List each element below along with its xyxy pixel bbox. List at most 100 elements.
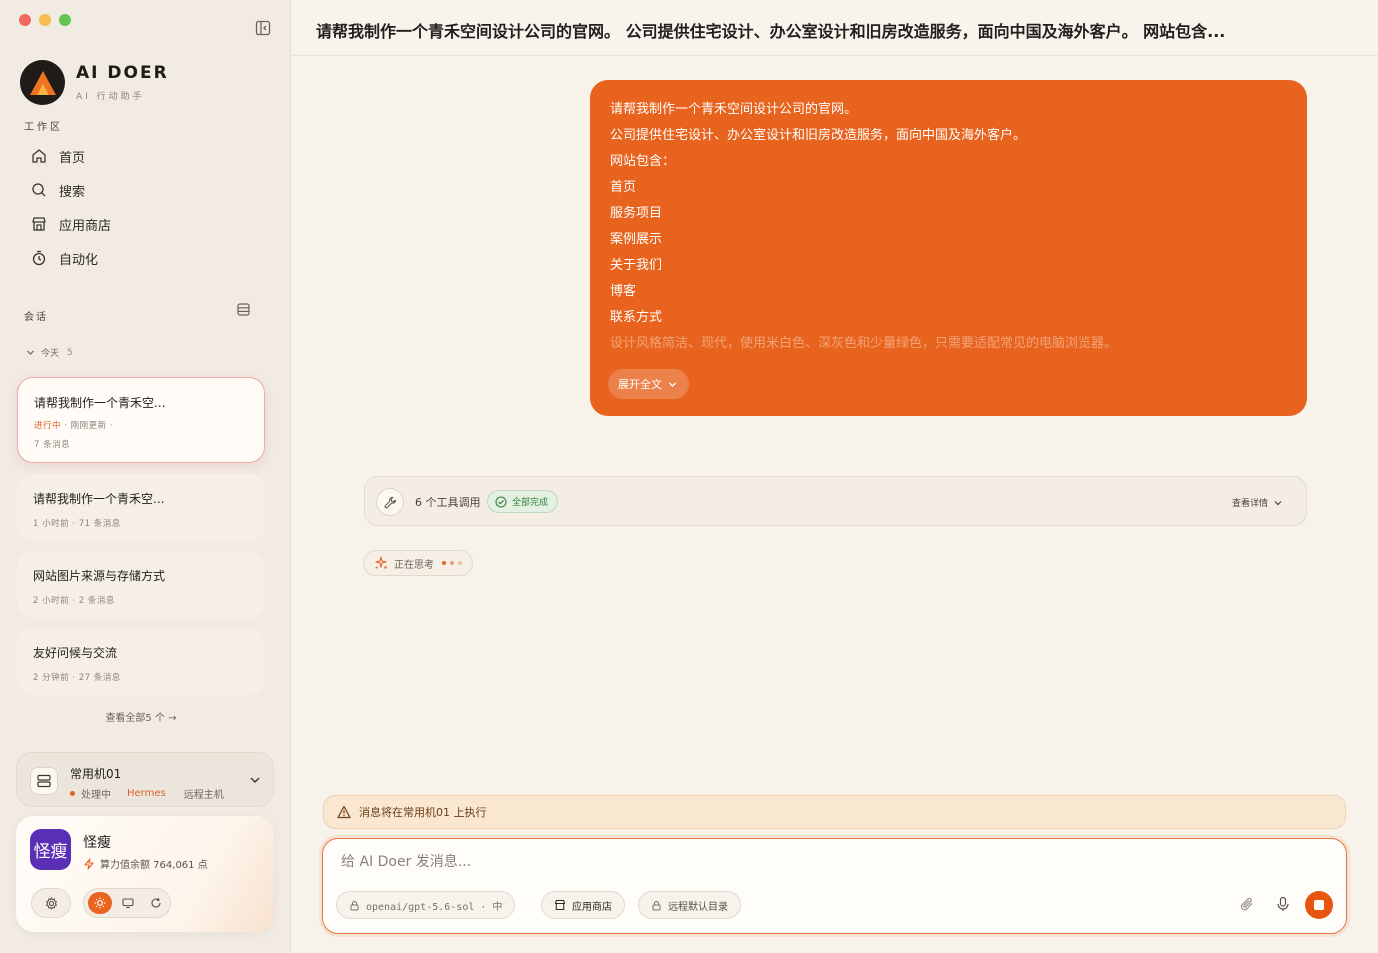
chevron-down-icon bbox=[27, 350, 34, 355]
today-group-toggle[interactable]: 今天 5 bbox=[26, 346, 73, 359]
sidebar: AI DOER AI 行动助手 工作区 首页 搜索 应用商店 自动化 会话 今天… bbox=[0, 0, 291, 953]
maximize-window-button[interactable] bbox=[59, 14, 71, 26]
check-circle-icon bbox=[495, 495, 507, 508]
thinking-dots bbox=[442, 561, 462, 565]
model-label: openai/gpt-5.6-sol · 中 bbox=[366, 901, 503, 913]
theme-auto-option[interactable] bbox=[144, 892, 168, 914]
status-badge: 全部完成 bbox=[487, 490, 559, 513]
message-line: 设计风格简洁、现代，使用米白色、深灰色和少量绿色，只需要适配常见的电脑浏览器。 bbox=[610, 336, 1118, 351]
lock-icon bbox=[350, 900, 359, 910]
store-icon bbox=[32, 217, 46, 231]
wrench-icon bbox=[376, 488, 404, 516]
machine-agent: Hermes bbox=[127, 788, 166, 799]
nav-item-home[interactable]: 首页 bbox=[24, 139, 270, 173]
nav-label: 搜索 bbox=[59, 184, 86, 200]
tool-calls-summary[interactable]: 6 个工具调用 全部完成 查看详情 bbox=[364, 476, 1307, 526]
server-icon bbox=[30, 767, 58, 795]
message-line: 案例展示 bbox=[610, 232, 663, 247]
home-icon bbox=[32, 149, 46, 163]
theme-system-option[interactable] bbox=[116, 892, 140, 914]
sparkle-icon bbox=[375, 556, 387, 569]
window-controls bbox=[19, 14, 71, 26]
theme-light-option[interactable] bbox=[88, 892, 112, 914]
conversation-title: 请帮我制作一个青禾空... bbox=[33, 492, 165, 506]
nav-item-automation[interactable]: 自动化 bbox=[24, 241, 270, 275]
remote-directory-label: 远程默认目录 bbox=[668, 901, 728, 913]
minimize-window-button[interactable] bbox=[39, 14, 51, 26]
conversation-updated: 刚刚更新 bbox=[70, 421, 107, 431]
conversation-item[interactable]: 网站图片来源与存储方式 2 小时前 · 2 条消息 bbox=[17, 551, 265, 618]
execution-warning-banner: 消息将在常用机01 上执行 bbox=[323, 795, 1346, 829]
user-message-text: 请帮我制作一个青禾空间设计公司的官网。 公司提供住宅设计、办公室设计和旧房改造服… bbox=[610, 100, 1290, 360]
expand-message-button[interactable]: 展开全文 bbox=[608, 369, 689, 399]
machine-meta: 处理中 Hermes 远程主机 bbox=[70, 786, 224, 801]
today-count: 5 bbox=[67, 347, 73, 358]
credits-balance: 算力值余额 764,061 点 bbox=[83, 856, 208, 871]
machine-status: 处理中 bbox=[81, 790, 111, 801]
gear-icon bbox=[45, 896, 57, 910]
conversation-title: 请帮我制作一个青禾空... bbox=[34, 396, 166, 410]
message-input[interactable] bbox=[341, 851, 1321, 873]
message-line: 网站包含： bbox=[610, 154, 676, 169]
message-line: 服务项目 bbox=[610, 206, 663, 221]
close-window-button[interactable] bbox=[19, 14, 31, 26]
message-composer: openai/gpt-5.6-sol · 中 应用商店 远程默认目录 bbox=[322, 838, 1347, 934]
chat-main: 请帮我制作一个青禾空间设计公司的官网。 公司提供住宅设计、办公室设计和旧房改造服… bbox=[292, 0, 1378, 953]
sidebar-collapse-icon[interactable] bbox=[255, 20, 271, 36]
remote-directory-chip[interactable]: 远程默认目录 bbox=[638, 891, 741, 919]
nav-label: 自动化 bbox=[59, 252, 99, 268]
brand-name: AI DOER bbox=[76, 63, 169, 83]
chevron-down-icon bbox=[669, 382, 676, 387]
warning-text: 消息将在常用机01 上执行 bbox=[359, 806, 487, 819]
conversation-item-active[interactable]: 请帮我制作一个青禾空... 进行中 · 刚刚更新 · 7 条消息 bbox=[17, 377, 265, 463]
conversation-item[interactable]: 请帮我制作一个青禾空... 1 小时前 · 71 条消息 bbox=[17, 474, 265, 541]
view-details-button[interactable]: 查看详情 bbox=[1232, 496, 1283, 509]
theme-switcher bbox=[83, 888, 171, 918]
conversation-meta: 2 小时前 · 2 条消息 bbox=[33, 596, 115, 606]
brand-subtitle: AI 行动助手 bbox=[76, 92, 145, 102]
status-dot-icon bbox=[70, 791, 75, 796]
chevron-down-icon bbox=[1274, 500, 1282, 505]
lightning-icon bbox=[84, 857, 94, 870]
model-selector[interactable]: openai/gpt-5.6-sol · 中 bbox=[336, 891, 516, 919]
warning-icon bbox=[337, 805, 351, 819]
nav-item-app-store[interactable]: 应用商店 bbox=[24, 207, 270, 241]
today-label: 今天 bbox=[41, 349, 60, 359]
message-line: 请帮我制作一个青禾空间设计公司的官网。 bbox=[610, 102, 858, 117]
paperclip-icon[interactable] bbox=[1239, 896, 1255, 912]
tool-call-count: 6 个工具调用 bbox=[415, 496, 481, 509]
conversation-meta: 1 小时前 · 71 条消息 bbox=[33, 519, 121, 529]
user-name: 怪瘦 bbox=[83, 835, 111, 851]
view-all-conversations-link[interactable]: 查看全部5 个 → bbox=[0, 709, 282, 724]
machine-name: 常用机01 bbox=[70, 767, 122, 781]
machine-type: 远程主机 bbox=[183, 790, 224, 801]
settings-button[interactable] bbox=[31, 888, 71, 918]
conversation-item[interactable]: 友好问候与交流 2 分钟前 · 27 条消息 bbox=[17, 628, 265, 695]
conversation-title: 网站图片来源与存储方式 bbox=[33, 569, 166, 583]
workspace-nav: 首页 搜索 应用商店 自动化 bbox=[24, 139, 270, 275]
message-line: 博客 bbox=[610, 284, 637, 299]
expand-label: 展开全文 bbox=[618, 378, 662, 391]
message-line: 公司提供住宅设计、办公室设计和旧房改造服务，面向中国及海外客户。 bbox=[610, 128, 1027, 143]
app-store-label: 应用商店 bbox=[572, 901, 612, 913]
microphone-icon[interactable] bbox=[1275, 896, 1291, 912]
thinking-indicator: 正在思考 bbox=[363, 550, 473, 576]
stop-icon bbox=[1314, 900, 1324, 910]
machine-selector[interactable]: 常用机01 处理中 Hermes 远程主机 bbox=[16, 752, 274, 807]
chevron-down-icon bbox=[250, 777, 260, 783]
app-store-chip[interactable]: 应用商店 bbox=[541, 891, 625, 919]
nav-item-search[interactable]: 搜索 bbox=[24, 173, 270, 207]
user-message-bubble: 请帮我制作一个青禾空间设计公司的官网。 公司提供住宅设计、办公室设计和旧房改造服… bbox=[590, 80, 1307, 416]
stop-generation-button[interactable] bbox=[1305, 891, 1333, 919]
sun-icon bbox=[94, 897, 106, 909]
status-text: 全部完成 bbox=[512, 498, 549, 508]
avatar[interactable]: 怪瘦 bbox=[30, 829, 71, 870]
message-line: 首页 bbox=[610, 180, 637, 195]
conversation-title: 友好问候与交流 bbox=[33, 646, 118, 660]
details-label: 查看详情 bbox=[1232, 499, 1269, 509]
brand-logo bbox=[20, 60, 65, 105]
refresh-icon bbox=[151, 897, 161, 908]
nav-label: 应用商店 bbox=[59, 218, 112, 234]
conversation-archive-icon[interactable] bbox=[237, 301, 250, 320]
timer-icon bbox=[32, 250, 46, 266]
